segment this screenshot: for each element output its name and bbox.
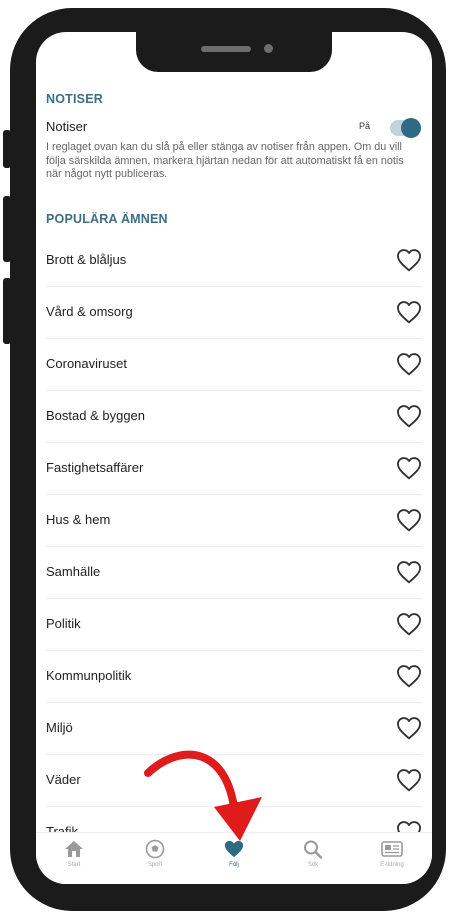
topic-label: Väder: [46, 772, 81, 787]
topic-row: Samhälle: [46, 547, 422, 599]
follow-heart-icon[interactable]: [396, 352, 422, 376]
follow-heart-icon[interactable]: [396, 248, 422, 272]
follow-heart-icon[interactable]: [396, 508, 422, 532]
newspaper-icon: [381, 841, 403, 857]
topic-row: Vård & omsorg: [46, 287, 422, 339]
follow-heart-icon[interactable]: [396, 560, 422, 584]
follow-heart-icon[interactable]: [396, 664, 422, 688]
speaker-grille: [201, 46, 251, 52]
notiser-section-title: NOTISER: [46, 92, 103, 106]
topic-row: Politik: [46, 599, 422, 651]
follow-heart-icon[interactable]: [396, 768, 422, 792]
annotation-arrow: [144, 750, 262, 841]
tab-sok[interactable]: Sök: [283, 839, 343, 883]
tab-sok-label: Sök: [307, 862, 319, 868]
topic-row: Bostad & byggen: [46, 391, 422, 443]
topic-row: Kommunpolitik: [46, 651, 422, 703]
notiser-help-text: I reglaget ovan kan du slå på eller stän…: [46, 141, 404, 180]
tab-e-tidning[interactable]: E-tidning: [362, 839, 422, 883]
follow-heart-icon[interactable]: [396, 300, 422, 324]
topics-section-title: POPULÄRA ÄMNEN: [46, 212, 168, 226]
toggle-knob: [401, 118, 421, 138]
topic-row: Brott & blåljus: [46, 235, 422, 287]
topic-row: Hus & hem: [46, 495, 422, 547]
topic-label: Politik: [46, 616, 81, 631]
topic-label: Coronaviruset: [46, 356, 127, 371]
topic-label: Brott & blåljus: [46, 252, 127, 267]
tab-sport-label: Sport: [147, 862, 163, 868]
topic-label: Kommunpolitik: [46, 668, 132, 683]
follow-heart-icon[interactable]: [396, 456, 422, 480]
notiser-label: Notiser: [46, 119, 88, 134]
toggle-state-label: På: [358, 121, 370, 131]
tab-start[interactable]: Start: [44, 839, 104, 883]
search-icon: [304, 840, 323, 859]
follow-heart-icon[interactable]: [396, 716, 422, 740]
topic-label: Samhälle: [46, 564, 101, 579]
topic-label: Fastighetsaffärer: [46, 460, 144, 475]
phone-notch: [136, 32, 332, 72]
topic-row: Coronaviruset: [46, 339, 422, 391]
topic-row: Fastighetsaffärer: [46, 443, 422, 495]
topic-label: Hus & hem: [46, 512, 111, 527]
notiser-toggle-row: Notiser På: [46, 118, 422, 138]
tab-folj-label: Följ: [229, 862, 239, 868]
tab-e-tidning-label: E-tidning: [380, 862, 404, 868]
home-icon: [65, 841, 83, 857]
topic-label: Miljö: [46, 720, 73, 735]
follow-heart-icon[interactable]: [396, 612, 422, 636]
notiser-toggle[interactable]: [390, 118, 421, 138]
topic-label: Vård & omsorg: [46, 304, 133, 319]
follow-heart-icon[interactable]: [396, 404, 422, 428]
front-camera: [264, 44, 273, 53]
topic-label: Bostad & byggen: [46, 408, 146, 423]
tab-start-label: Start: [67, 862, 81, 868]
